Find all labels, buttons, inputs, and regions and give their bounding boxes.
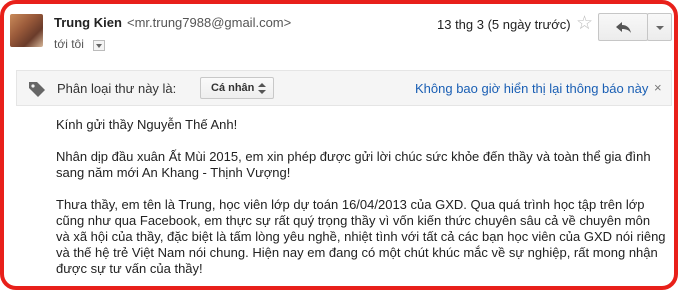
email-greeting: Kính gửi thầy Nguyễn Thế Anh! (56, 117, 238, 132)
tag-icon (29, 82, 45, 97)
never-show-again-link[interactable]: Không bao giờ hiển thị lại thông báo này (415, 81, 648, 96)
email-frame: Trung Kien <mr.trung7988@gmail.com> tới … (0, 0, 678, 290)
recipient-label: tới tôi (54, 37, 84, 51)
recipient-details-dropdown[interactable] (93, 40, 105, 51)
sender-email: <mr.trung7988@gmail.com> (127, 15, 292, 30)
reply-button[interactable] (598, 13, 648, 41)
select-arrows-icon (258, 81, 266, 95)
category-select-value: Cá nhân (211, 82, 255, 94)
sender-name[interactable]: Trung Kien (54, 15, 122, 30)
email-header: Trung Kien <mr.trung7988@gmail.com> tới … (4, 4, 674, 64)
close-icon[interactable]: × (654, 80, 662, 95)
email-body: Kính gửi thầy Nguyễn Thế Anh! Nhân dịp đ… (56, 117, 666, 286)
category-select[interactable]: Cá nhân (200, 77, 274, 99)
category-notice-bar: Phân loại thư này là: Cá nhân Không bao … (16, 70, 672, 106)
category-label: Phân loại thư này là: (57, 81, 177, 96)
more-options-button[interactable] (647, 13, 672, 41)
star-icon[interactable]: ☆ (576, 12, 593, 35)
email-date[interactable]: 13 thg 3 (5 ngày trước) (437, 17, 571, 32)
email-paragraph-2: Thưa thầy, em tên là Trung, học viên lớp… (56, 197, 666, 276)
sender-avatar[interactable] (10, 14, 43, 47)
reply-icon (616, 22, 631, 33)
email-paragraph-1: Nhân dịp đầu xuân Ất Mùi 2015, em xin ph… (56, 149, 651, 180)
